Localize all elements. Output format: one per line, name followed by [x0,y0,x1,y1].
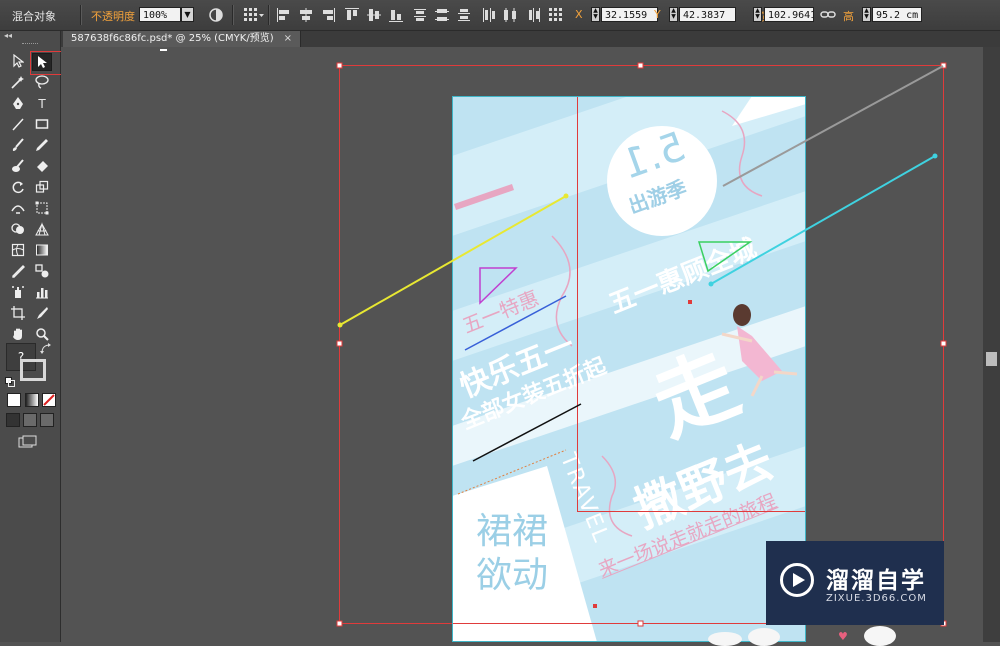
free-transform-tool-icon[interactable] [32,200,52,218]
y-stepper[interactable]: ▲ ▼ [669,7,678,22]
close-tab-icon[interactable]: × [284,33,292,44]
scale-tool-icon[interactable] [32,179,52,197]
pen-tool-icon[interactable] [8,95,28,113]
selection-tool-icon[interactable] [8,53,28,71]
distribute-center-icon[interactable] [502,6,518,24]
screen-mode-icon[interactable] [18,435,38,449]
align-center-icon[interactable] [298,6,314,24]
none-mode-button[interactable] [42,393,56,407]
mesh-tool-icon[interactable] [8,242,28,260]
width-field[interactable]: 102.9641 [764,7,814,22]
align-middle-icon[interactable] [366,6,382,24]
x-field[interactable]: 32.1559 [601,7,658,22]
type-tool-icon[interactable]: T [32,95,52,113]
vertical-scrollbar[interactable] [983,47,1000,642]
rotate-tool-icon[interactable] [8,179,28,197]
scrollbar-thumb[interactable] [986,352,997,366]
lasso-tool-icon[interactable] [32,74,52,92]
tools-panel: ◂◂ T ? [0,31,61,642]
blob-brush-tool-icon[interactable] [8,158,28,176]
distribute-middle-icon[interactable] [434,6,450,24]
y-field[interactable]: 42.3837 [679,7,736,22]
eraser-tool-icon[interactable] [32,158,52,176]
draw-normal-icon[interactable] [6,413,20,427]
poster-artboard[interactable]: 5.1 出游季 五一惠顾全城 五一特惠 快乐五一 全部女装五折起 走 撒野去 T… [452,96,806,642]
heart-icon: ♥ [838,630,848,643]
object-type-label: 混合对象 [12,10,56,23]
rectangle-tool-icon[interactable] [32,116,52,134]
watermark-url: ZIXUE.3D66.COM [826,593,927,604]
watermark-logo: 溜溜自学 ZIXUE.3D66.COM [766,541,944,625]
hand-tool-icon[interactable] [8,326,28,344]
opacity-dropdown-button[interactable]: ▼ [181,7,194,22]
align-left-icon[interactable] [276,6,292,24]
distribute-right-icon[interactable] [524,6,540,24]
width-stepper[interactable]: ▲ ▼ [753,7,762,22]
opacity-field[interactable]: 100% [139,7,181,22]
height-label: 高 [843,10,854,23]
draw-behind-icon[interactable] [23,413,37,427]
column-graph-tool-icon[interactable] [32,284,52,302]
default-fill-stroke-icon[interactable] [5,377,15,387]
panel-grip[interactable] [22,43,38,46]
sticker-face [708,632,742,646]
width-tool-icon[interactable] [8,200,28,218]
bottom-text-2: 欲动 [476,555,549,596]
document-tab[interactable]: 587638f6c86fc.psd* @ 25% (CMYK/预览) × [63,31,301,47]
document-tab-bar: 587638f6c86fc.psd* @ 25% (CMYK/预览) × [61,31,1000,47]
reference-point-icon[interactable] [243,6,265,24]
stroke-swatch[interactable] [20,359,46,381]
x-stepper[interactable]: ▲ ▼ [591,7,600,22]
height-field[interactable]: 95.2 cm [872,7,922,22]
y-label: Y [654,8,661,21]
distribute-bottom-icon[interactable] [456,6,472,24]
gradient-mode-button[interactable] [25,393,39,407]
paintbrush-tool-icon[interactable] [8,137,28,155]
swap-fill-stroke-icon[interactable] [40,343,52,355]
artboard-tool-icon[interactable] [8,305,28,323]
zoom-tool-icon[interactable] [32,326,52,344]
symbol-sprayer-tool-icon[interactable] [8,284,28,302]
eyedropper-tool-icon[interactable] [8,263,28,281]
gradient-tool-icon[interactable] [32,242,52,260]
pencil-tool-icon[interactable] [32,137,52,155]
draw-inside-icon[interactable] [40,413,54,427]
magic-wand-tool-icon[interactable] [8,74,28,92]
sticker-face [864,626,896,646]
height-stepper[interactable]: ▲ ▼ [862,7,871,22]
align-bottom-icon[interactable] [388,6,404,24]
line-segment-tool-icon[interactable] [8,116,28,134]
blend-tool-icon[interactable] [32,263,52,281]
color-mode-button[interactable] [7,393,21,407]
transform-reference-icon[interactable] [548,6,564,24]
divider [232,5,234,25]
align-top-icon[interactable] [344,6,360,24]
distribute-top-icon[interactable] [412,6,428,24]
document-title: 587638f6c86fc.psd* @ 25% (CMYK/预览) [71,33,274,44]
drawing-modes [6,413,54,427]
collapse-panel-icon[interactable]: ◂◂ [4,31,12,40]
shape-builder-tool-icon[interactable] [8,221,28,239]
control-bar: 混合对象 不透明度 100% ▼ X ▲ ▼ 32.1559 Y ▲ ▼ 42.38… [0,0,1000,31]
recolor-artwork-icon[interactable] [208,6,224,24]
distribute-left-icon[interactable] [480,6,496,24]
watermark-name: 溜溜自学 [826,568,926,594]
sticker-face [748,628,780,646]
divider [268,5,270,25]
perspective-grid-tool-icon[interactable] [32,221,52,239]
opacity-label[interactable]: 不透明度 [91,8,135,24]
divider [80,5,82,25]
x-label: X [575,8,583,21]
slice-tool-icon[interactable] [32,305,52,323]
align-right-icon[interactable] [320,6,336,24]
play-icon [780,563,814,597]
constrain-proportions-icon[interactable] [820,6,836,24]
